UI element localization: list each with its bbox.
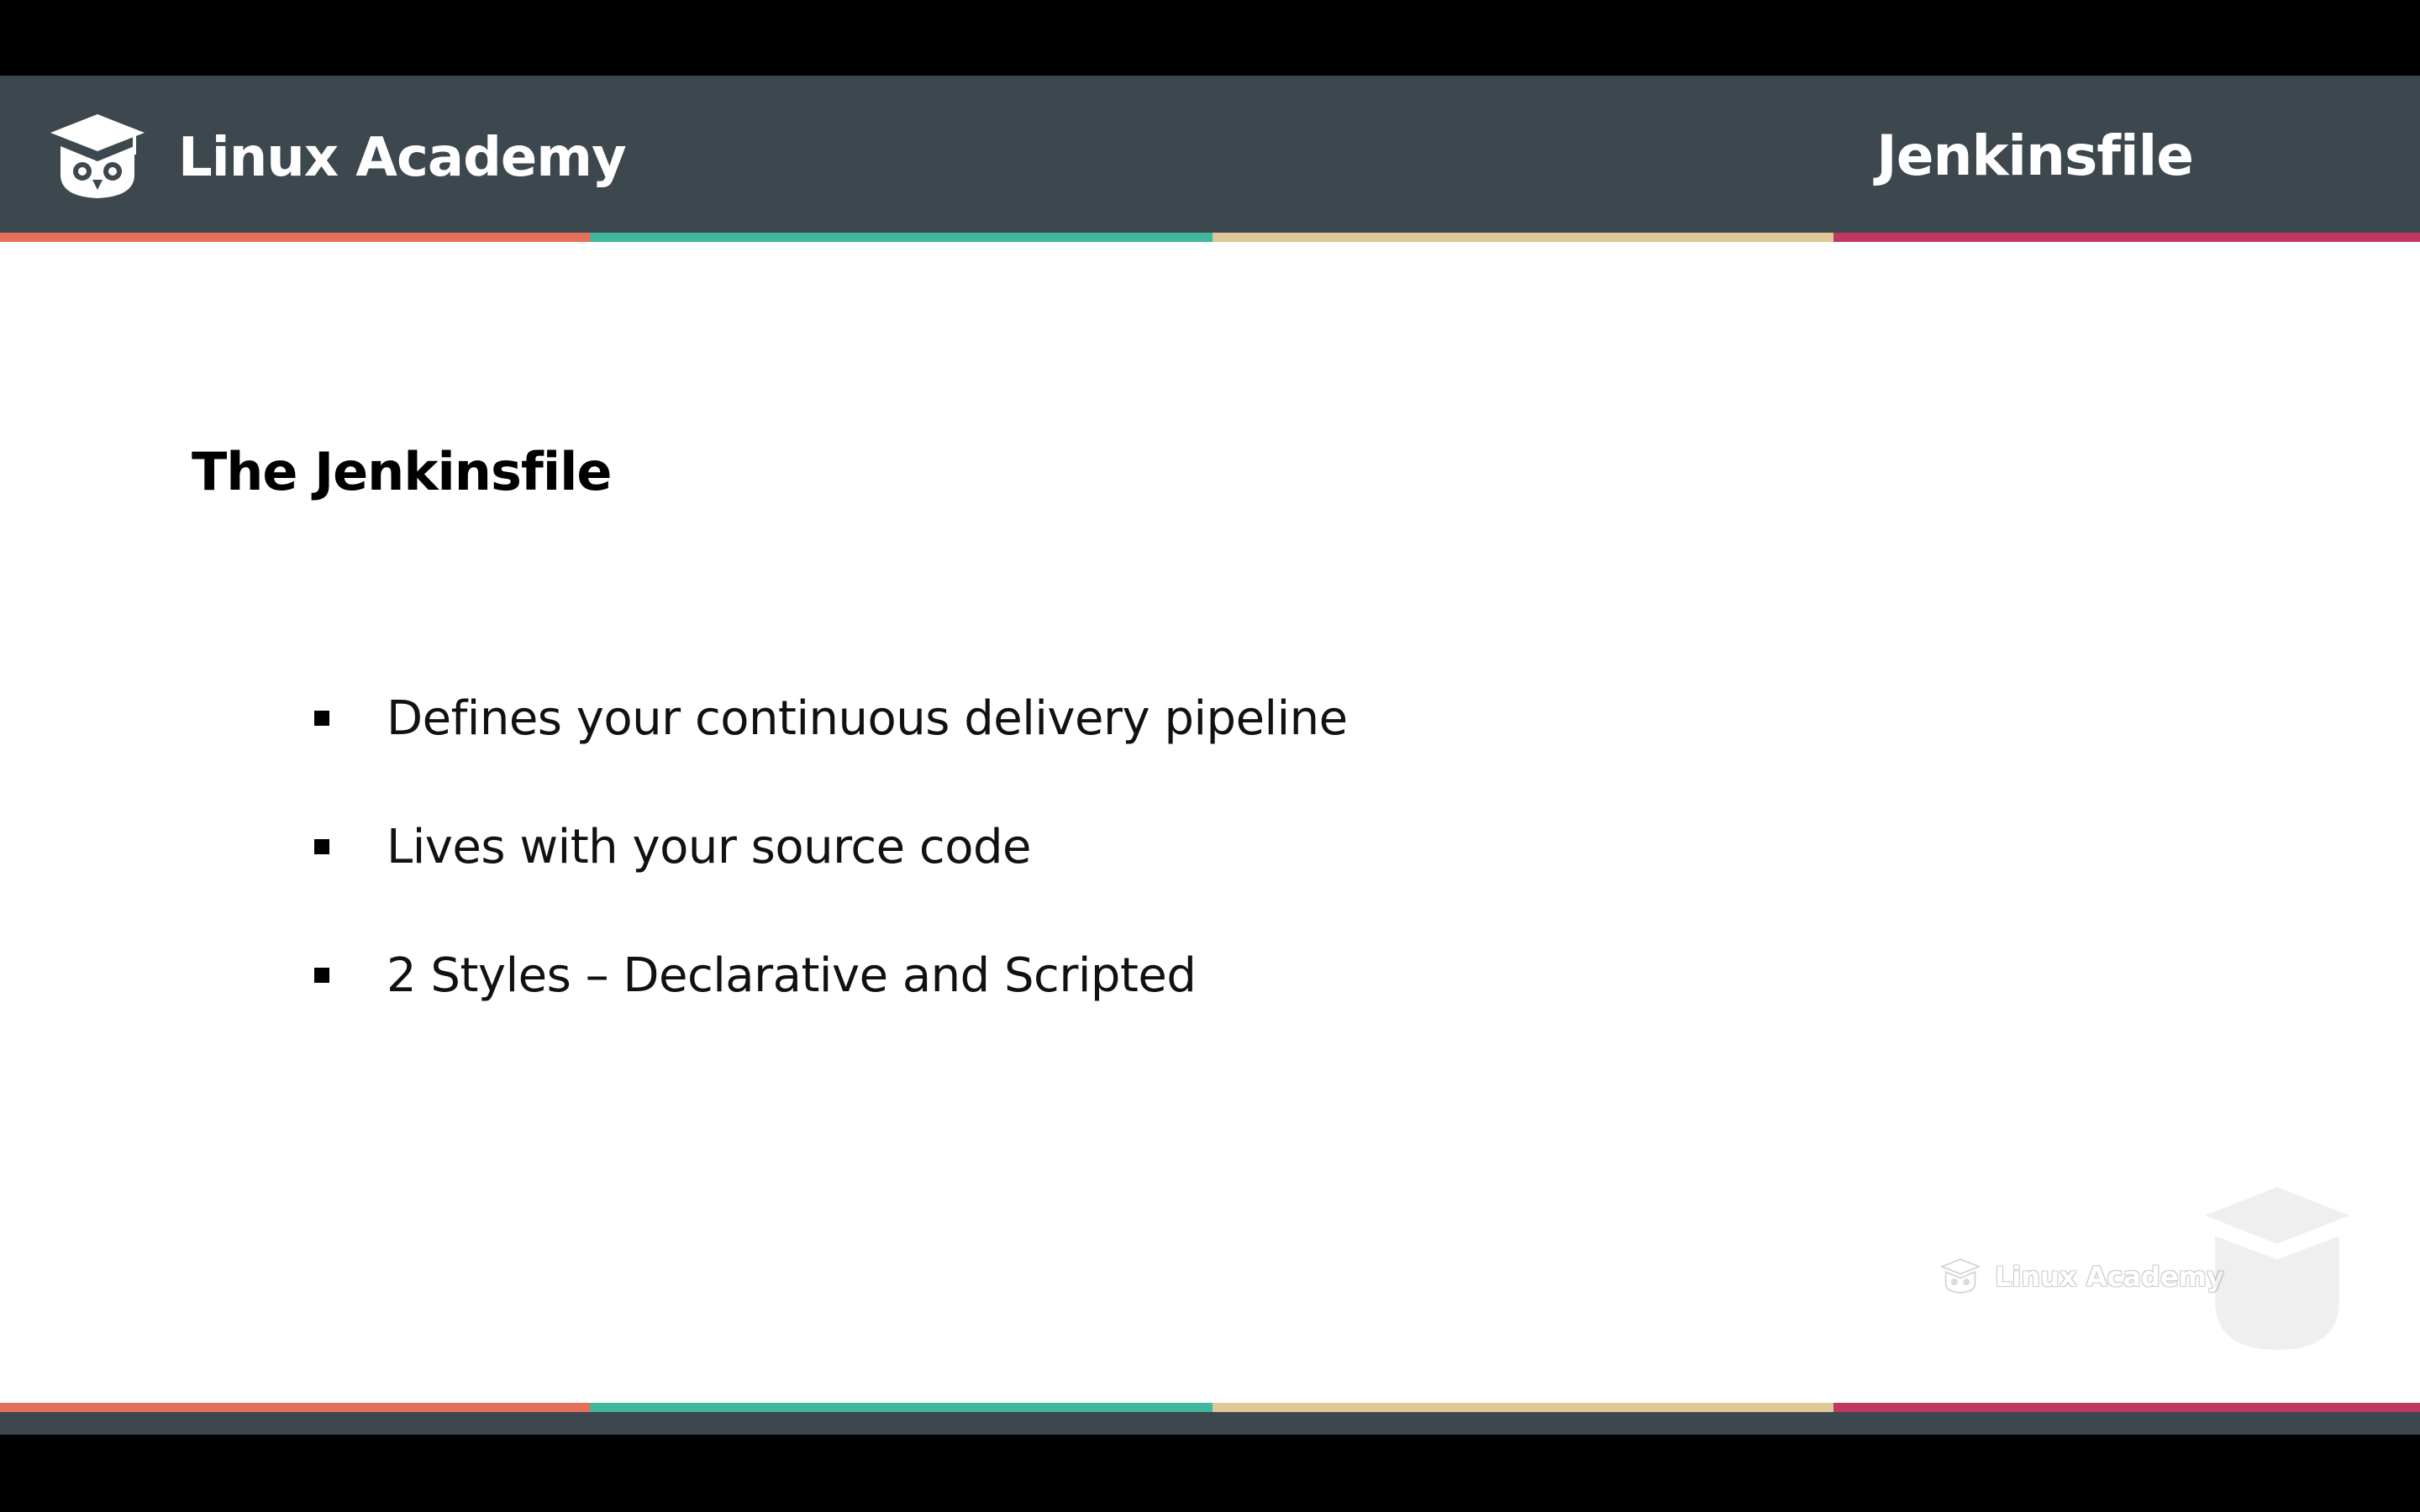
- square-bullet-icon: [314, 968, 329, 983]
- presentation-slide: Linux Academy Jenkinsfile The Jenkinsfil…: [0, 76, 2420, 1435]
- bullet-text: 2 Styles – Declarative and Scripted: [387, 948, 1197, 1003]
- owl-graduation-cap-icon: [50, 114, 145, 198]
- stripe-segment-coral: [0, 233, 590, 242]
- header-title: Jenkinsfile: [1876, 123, 2194, 188]
- stripe-segment-sand: [1213, 1403, 1833, 1412]
- bullet-item: Defines your continuous delivery pipelin…: [311, 685, 1348, 753]
- stripe-segment-teal: [590, 233, 1213, 242]
- stripe-segment-teal: [590, 1403, 1213, 1412]
- letterbox-bottom: [0, 1435, 2420, 1512]
- footer-color-stripe: [0, 1403, 2420, 1412]
- bullet-list: Defines your continuous delivery pipelin…: [311, 685, 1348, 1071]
- stripe-segment-magenta: [1833, 233, 2420, 242]
- slide-heading: The Jenkinsfile: [192, 441, 612, 502]
- header-color-stripe: [0, 233, 2420, 242]
- stripe-segment-coral: [0, 1403, 590, 1412]
- owl-graduation-cap-icon: [1941, 1258, 1980, 1294]
- bullet-item: Lives with your source code: [311, 814, 1348, 881]
- slide-header: Linux Academy Jenkinsfile: [0, 76, 2420, 233]
- owl-watermark-icon: [2204, 1187, 2350, 1350]
- stripe-segment-magenta: [1833, 1403, 2420, 1412]
- square-bullet-icon: [314, 839, 329, 854]
- footer-bar: [0, 1412, 2420, 1435]
- watermark-text: Linux Academy: [1995, 1261, 2224, 1293]
- brand-name: Linux Academy: [178, 127, 627, 189]
- bullet-item: 2 Styles – Declarative and Scripted: [311, 942, 1348, 1010]
- stripe-segment-sand: [1213, 233, 1833, 242]
- bullet-text: Defines your continuous delivery pipelin…: [387, 691, 1348, 746]
- letterbox-top: [0, 0, 2420, 76]
- bullet-text: Lives with your source code: [387, 820, 1031, 874]
- square-bullet-icon: [314, 711, 329, 726]
